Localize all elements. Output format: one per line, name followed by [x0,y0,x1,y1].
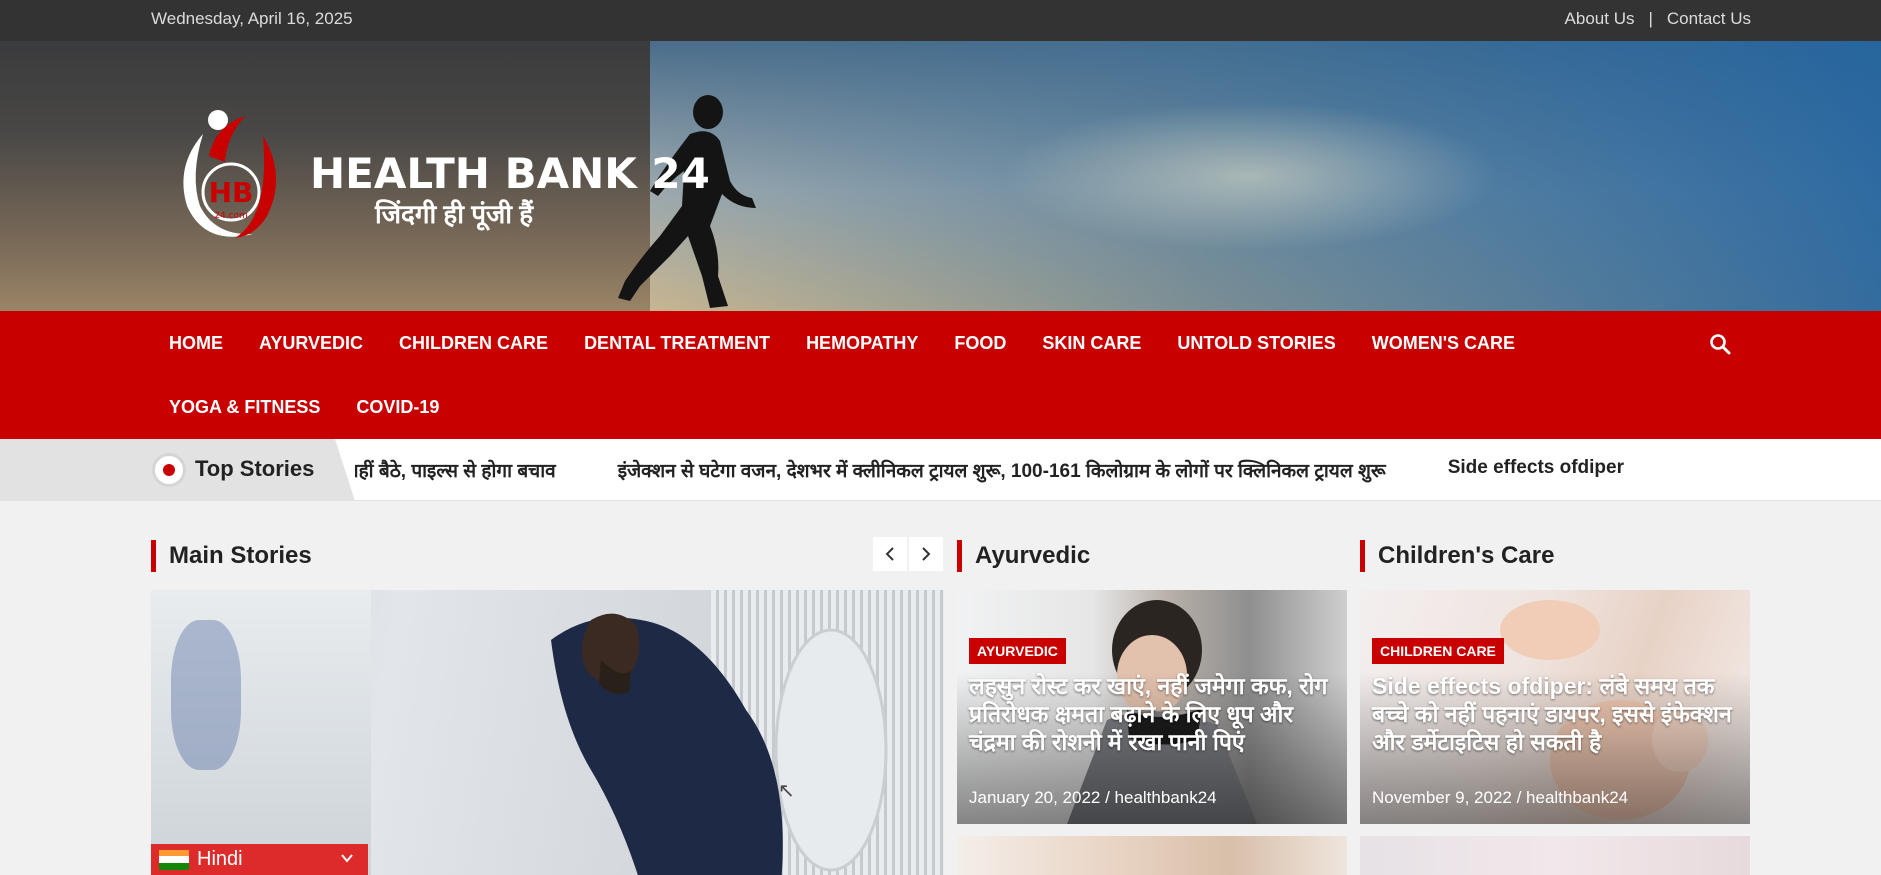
chevron-left-icon [885,547,894,561]
svg-text:HB: HB [209,176,254,209]
india-flag-icon [159,849,189,870]
top-stories-ticker: Top Stories र नहीं बैठे, पाइल्स से होगा … [0,439,1881,501]
main-navigation: HOME AYURVEDIC CHILDREN CARE DENTAL TREA… [0,311,1881,439]
header-banner: HB 24.com HEALTH BANK 24 जिंदगी ही पूंजी… [0,41,1881,311]
children-care-featured-card[interactable]: CHILDREN CARE Side effects ofdiper: लंबे… [1360,590,1750,824]
card-meta: November 9, 2022 / healthbank24 [1372,788,1629,807]
contact-us-link[interactable]: Contact Us [1667,9,1751,29]
nav-menu: HOME AYURVEDIC CHILDREN CARE DENTAL TREA… [151,311,1551,439]
ayurvedic-next-card[interactable] [957,836,1347,875]
card-headline[interactable]: लहसुन रोस्ट कर खाएं, नहीं जमेगा कफ, रोग … [969,672,1341,756]
nav-item-womens-care[interactable]: WOMEN'S CARE [1354,311,1533,375]
about-us-link[interactable]: About Us [1565,9,1635,29]
nav-item-home[interactable]: HOME [151,311,241,375]
chevron-down-icon [341,854,353,863]
live-dot-icon [152,453,186,487]
section-title-childrens-care: Children's Care [1360,540,1554,572]
nav-item-untold-stories[interactable]: UNTOLD STORIES [1159,311,1353,375]
ticker-title: Top Stories [195,456,315,481]
slider-controls [873,537,943,571]
slider-prev-button[interactable] [873,537,907,571]
category-badge[interactable]: AYURVEDIC [969,638,1066,664]
banner-haze [1000,101,1500,251]
link-separator: | [1648,9,1653,28]
slider-next-button[interactable] [909,537,943,571]
nav-item-hemopathy[interactable]: HEMOPATHY [788,311,936,375]
ayurvedic-featured-card[interactable]: AYURVEDIC लहसुन रोस्ट कर खाएं, नहीं जमेग… [957,590,1347,824]
nav-item-skin-care[interactable]: SKIN CARE [1024,311,1159,375]
language-selector[interactable]: Hindi [151,844,368,875]
main-story-image[interactable] [151,590,944,875]
chevron-right-icon [922,547,931,561]
current-date: Wednesday, April 16, 2025 [151,9,353,28]
search-icon[interactable] [1709,333,1731,355]
ticker-item[interactable]: इंजेक्शन से घटेगा वजन, देशभर में क्लीनिक… [618,457,1386,483]
ticker-item[interactable]: र नहीं बैठे, पाइल्स से होगा बचाव [355,457,556,483]
nav-item-dental-treatment[interactable]: DENTAL TREATMENT [566,311,788,375]
nav-item-food[interactable]: FOOD [936,311,1024,375]
nav-item-covid-19[interactable]: COVID-19 [338,375,457,439]
nav-item-yoga-fitness[interactable]: YOGA & FITNESS [151,375,338,439]
svg-text:24.com: 24.com [214,211,248,221]
nav-item-children-care[interactable]: CHILDREN CARE [381,311,566,375]
mouse-cursor-icon: ↖ [778,780,795,802]
man-figure [551,613,888,875]
card-headline[interactable]: Side effects ofdiper: लंबे समय तक बच्चे … [1372,672,1744,756]
section-title-ayurvedic: Ayurvedic [957,540,1090,572]
ticker-fade [1631,439,1751,500]
top-links: About Us | Contact Us [1565,9,1751,29]
runner-silhouette [618,95,756,308]
wall-pattern [171,620,241,770]
ticker-items: र नहीं बैठे, पाइल्स से होगा बचाव इंजेक्श… [355,457,1751,485]
nav-item-ayurvedic[interactable]: AYURVEDIC [241,311,381,375]
site-tagline: जिंदगी ही पूंजी हैं [375,199,534,229]
section-title-main-stories: Main Stories [151,540,312,572]
site-logo[interactable]: HB 24.com [175,96,285,246]
card-meta: January 20, 2022 / healthbank24 [969,788,1217,807]
ticker-item[interactable]: Side effects ofdiper [1448,457,1624,483]
site-title[interactable]: HEALTH BANK 24 [310,149,710,198]
children-care-next-card[interactable] [1360,836,1750,875]
category-badge[interactable]: CHILDREN CARE [1372,638,1504,664]
top-bar: Wednesday, April 16, 2025 About Us | Con… [0,0,1881,41]
selected-language: Hindi [197,848,243,870]
